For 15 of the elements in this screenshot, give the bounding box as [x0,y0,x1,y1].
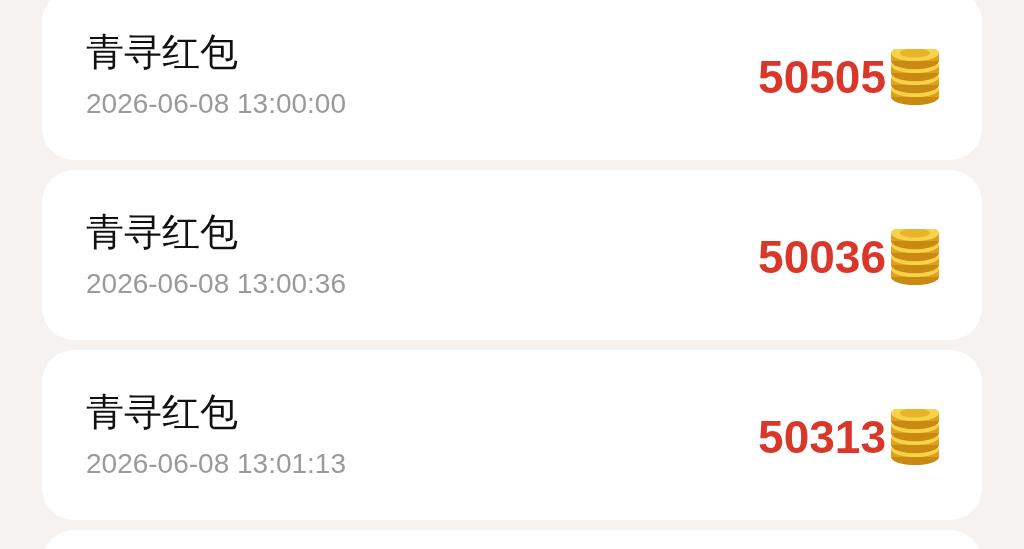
record-title: 青寻红包 [86,30,239,74]
record-card[interactable]: 青寻红包 2026-06-08 13:00:00 50505 [42,0,982,160]
record-title: 青寻红包 [86,210,239,254]
amount: 50313 [758,411,886,463]
coin-stack-icon [888,229,942,285]
record-time: 2026-06-08 13:01:13 [86,448,346,480]
record-time: 2026-06-08 13:00:36 [86,268,346,300]
amount: 50036 [758,231,886,283]
amount: 50505 [758,51,886,103]
record-card[interactable]: 青寻红包 2026-06-08 13:00:36 50036 [42,170,982,340]
record-title: 青寻红包 [86,390,239,434]
coin-stack-icon [888,409,942,465]
coin-stack-icon [888,49,942,105]
record-card[interactable]: 青寻红包 2026-06-08 13:01:13 50313 [42,350,982,520]
record-time: 2026-06-08 13:00:00 [86,88,346,120]
